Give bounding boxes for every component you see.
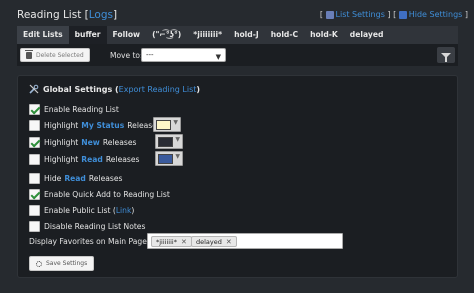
chevron-down-icon: ▼ xyxy=(175,153,180,160)
read-color-picker[interactable]: ▼ xyxy=(155,151,183,166)
quick-add-checkbox[interactable] xyxy=(29,188,40,200)
filter-icon xyxy=(441,52,451,62)
enable-reading-list-checkbox[interactable] xyxy=(29,103,40,115)
page-title: Reading List [Logs] xyxy=(17,9,118,21)
setting-highlight-read[interactable]: Highlight Read Releases xyxy=(29,153,140,165)
list-settings-link[interactable]: List Settings xyxy=(336,10,385,19)
close-icon[interactable]: ✕ xyxy=(226,238,232,246)
highlight-new-checkbox[interactable] xyxy=(29,136,40,148)
favorite-chip: *jiiiiiii* ✕ xyxy=(151,236,192,247)
tab-hold-k[interactable]: hold-K xyxy=(304,26,344,44)
tab-hold-c[interactable]: hold-C xyxy=(265,26,304,44)
global-settings-panel: Global Settings (Export Reading List) En… xyxy=(17,75,458,278)
tab-buffer[interactable]: buffer xyxy=(68,26,107,44)
favorite-chip: delayed ✕ xyxy=(191,236,237,247)
rss-icon xyxy=(325,10,334,19)
setting-enable-reading-list[interactable]: Enable Reading List xyxy=(29,103,119,115)
highlight-read-checkbox[interactable] xyxy=(29,153,40,165)
setting-highlight-new[interactable]: Highlight New Releases xyxy=(29,136,136,148)
filter-button[interactable] xyxy=(437,47,455,63)
global-settings-title: Global Settings (Export Reading List) xyxy=(29,84,200,94)
hide-settings-link[interactable]: Hide Settings xyxy=(409,10,463,19)
save-settings-button[interactable]: Save Settings xyxy=(29,256,95,271)
hide-read-checkbox[interactable] xyxy=(29,172,40,184)
tab-jiiiiiii[interactable]: *jiiiiiii* xyxy=(187,26,228,44)
tools-icon xyxy=(29,84,39,94)
close-icon[interactable]: ✕ xyxy=(181,238,187,246)
setting-quick-add[interactable]: Enable Quick Add to Reading List xyxy=(29,188,170,200)
highlight-my-status-checkbox[interactable] xyxy=(29,119,40,131)
trash-icon xyxy=(25,49,33,59)
list-tabs: Edit Lists buffer Follow ("⌐͡°͜ʖ͡°) *jii… xyxy=(17,26,458,44)
page-title-text: Reading List xyxy=(17,9,82,21)
header-actions: [ List Settings ] [ Hide Settings ] xyxy=(319,10,468,19)
rss-icon xyxy=(398,10,407,19)
tab-lenny[interactable]: ("⌐͡°͜ʖ͡°) xyxy=(146,26,187,44)
color-swatch xyxy=(156,120,171,130)
chevron-down-icon: ▼ xyxy=(173,119,178,126)
public-list-checkbox[interactable] xyxy=(29,204,40,216)
color-swatch xyxy=(158,154,173,164)
header: Reading List [Logs] [ List Settings ] [ … xyxy=(0,0,474,26)
tab-edit-lists[interactable]: Edit Lists xyxy=(17,26,69,44)
chevron-down-icon: ▼ xyxy=(175,136,180,143)
setting-hide-read[interactable]: Hide Read Releases xyxy=(29,172,123,184)
my-status-color-picker[interactable]: ▼ xyxy=(153,117,181,132)
delete-selected-button[interactable]: Delete Selected xyxy=(20,48,90,62)
color-swatch xyxy=(158,137,173,147)
public-list-link[interactable]: Link xyxy=(116,206,132,215)
move-to-label: Move to: xyxy=(110,51,143,60)
favorites-input[interactable]: *jiiiiiii* ✕ delayed ✕ xyxy=(147,233,343,249)
setting-highlight-my-status[interactable]: Highlight My Status Release xyxy=(29,119,157,131)
tab-hold-j[interactable]: hold-J xyxy=(228,26,265,44)
gear-icon xyxy=(36,260,42,267)
new-color-picker[interactable]: ▼ xyxy=(155,134,183,149)
logs-link[interactable]: Logs xyxy=(89,9,113,21)
move-to-select[interactable]: --- ▼ xyxy=(141,48,226,62)
setting-public-list[interactable]: Enable Public List (Link) xyxy=(29,204,134,216)
favorites-label: Display Favorites on Main Page: xyxy=(29,237,150,246)
setting-disable-notes[interactable]: Disable Reading List Notes xyxy=(29,220,145,232)
list-toolbar: Delete Selected Move to: --- ▼ xyxy=(17,44,458,66)
tab-delayed[interactable]: delayed xyxy=(344,26,390,44)
chevron-down-icon: ▼ xyxy=(215,53,221,61)
disable-notes-checkbox[interactable] xyxy=(29,220,40,232)
tab-follow[interactable]: Follow xyxy=(107,26,147,44)
export-reading-list-link[interactable]: Export Reading List xyxy=(119,85,197,94)
